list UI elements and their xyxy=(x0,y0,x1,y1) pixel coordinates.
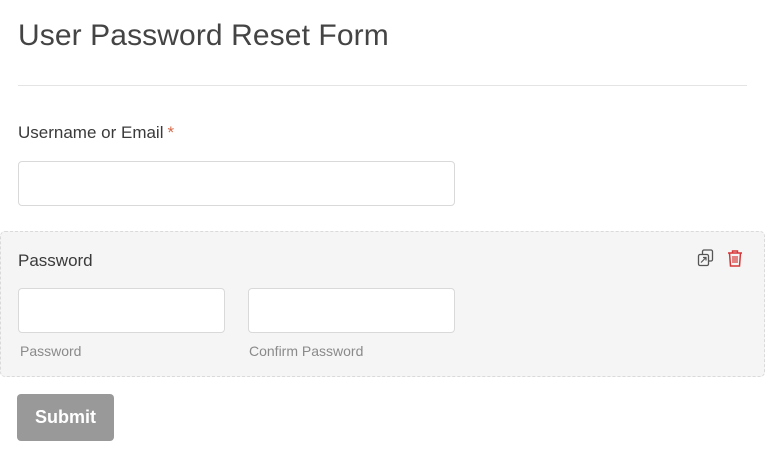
username-label-text: Username or Email xyxy=(18,123,164,142)
username-email-input[interactable] xyxy=(18,161,455,206)
confirm-password-sublabel: Confirm Password xyxy=(249,343,364,359)
password-input[interactable] xyxy=(18,288,225,333)
username-field-label: Username or Email * xyxy=(18,122,174,144)
title-divider xyxy=(18,85,747,86)
password-sublabel: Password xyxy=(20,343,82,359)
confirm-password-input[interactable] xyxy=(248,288,455,333)
required-marker: * xyxy=(167,123,175,142)
duplicate-icon[interactable] xyxy=(696,248,716,268)
submit-button[interactable]: Submit xyxy=(17,394,114,441)
password-reset-form: User Password Reset Form Username or Ema… xyxy=(0,0,768,459)
password-field-label: Password xyxy=(18,251,93,270)
trash-icon[interactable] xyxy=(725,248,745,268)
form-title: User Password Reset Form xyxy=(18,19,389,52)
